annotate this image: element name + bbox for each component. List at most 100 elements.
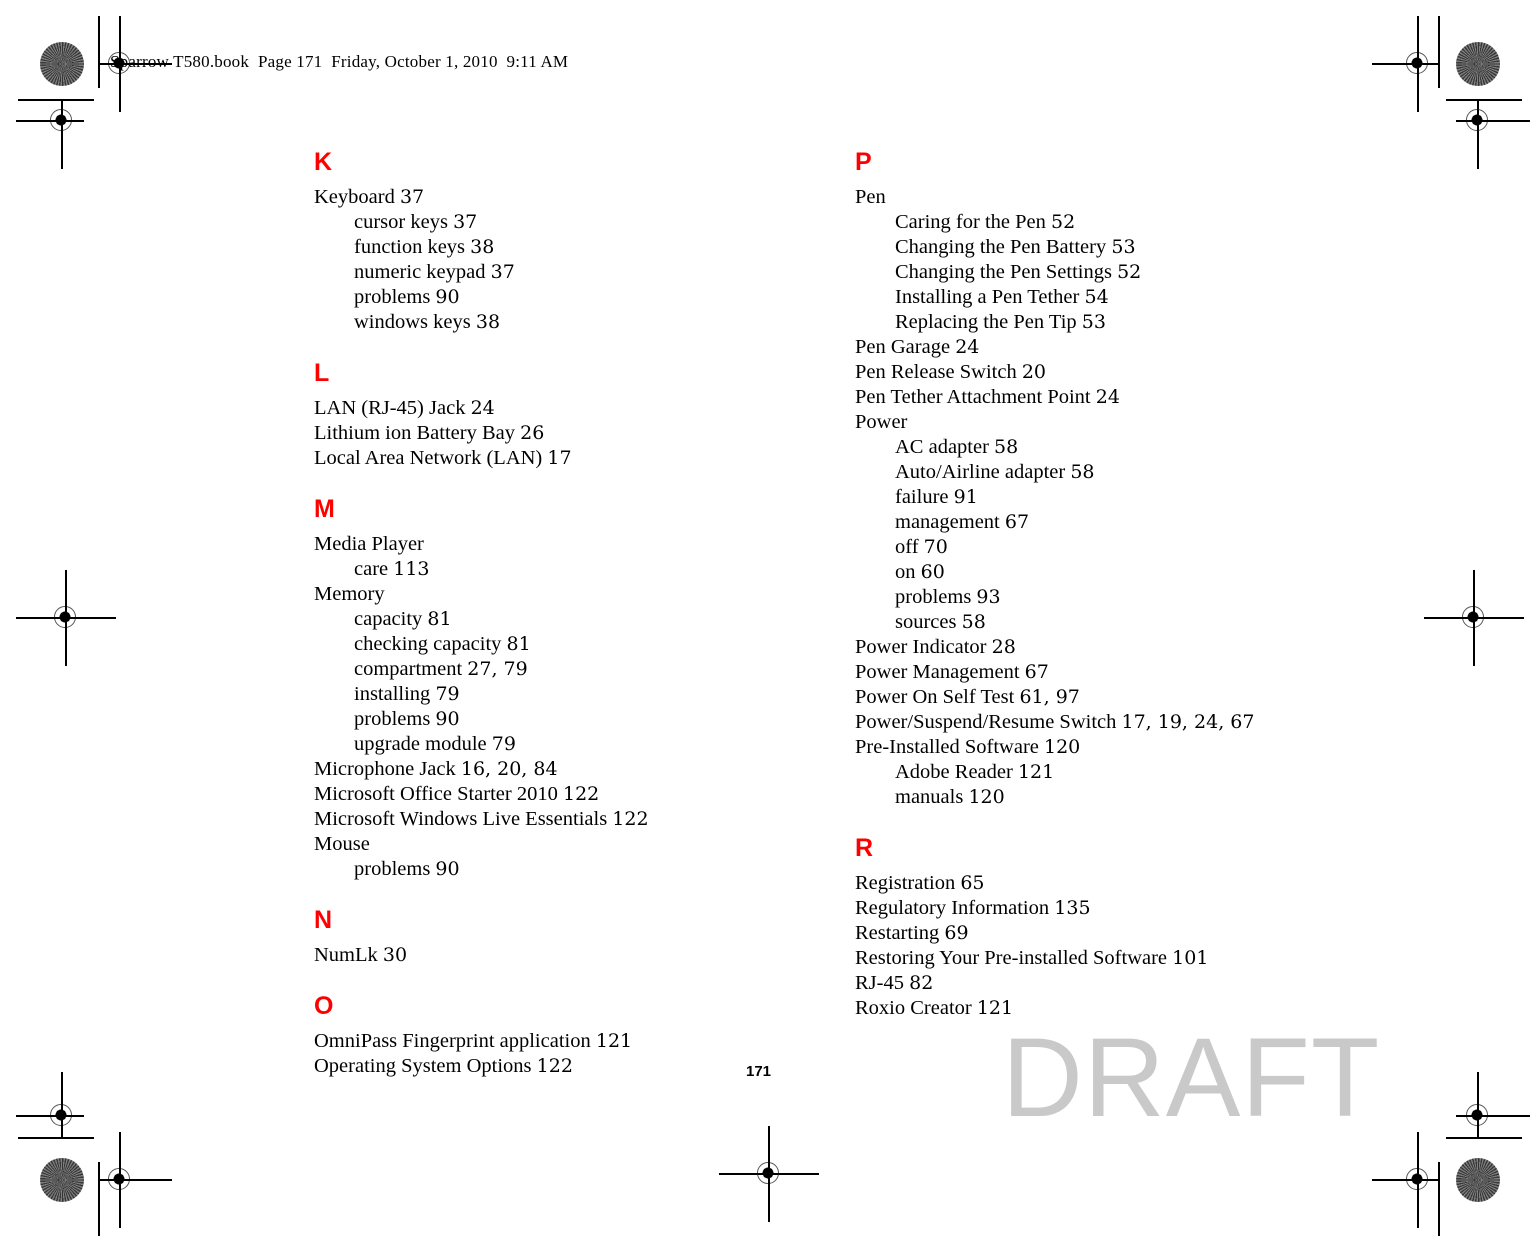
index-subentry[interactable]: management 67 bbox=[855, 510, 1415, 535]
index-entry[interactable]: Microsoft Office Starter 2010 122 bbox=[314, 782, 874, 807]
index-entry-pages[interactable]: 37 bbox=[491, 261, 515, 283]
index-entry-pages[interactable]: 67 bbox=[1005, 511, 1029, 533]
index-entry[interactable]: Microsoft Windows Live Essentials 122 bbox=[314, 807, 874, 832]
index-entry-pages[interactable]: 101 bbox=[1172, 947, 1208, 969]
index-subentry[interactable]: Changing the Pen Settings 52 bbox=[855, 260, 1415, 285]
index-entry[interactable]: Memory bbox=[314, 582, 874, 607]
index-entry[interactable]: Media Player bbox=[314, 532, 874, 557]
index-entry-pages[interactable]: 79 bbox=[492, 733, 516, 755]
index-entry[interactable]: LAN (RJ-45) Jack 24 bbox=[314, 396, 874, 421]
index-subentry[interactable]: windows keys 38 bbox=[314, 310, 874, 335]
index-entry-pages[interactable]: 113 bbox=[393, 558, 429, 580]
index-subentry[interactable]: checking capacity 81 bbox=[314, 632, 874, 657]
index-entry[interactable]: Pre-Installed Software 120 bbox=[855, 735, 1415, 760]
index-subentry[interactable]: Caring for the Pen 52 bbox=[855, 210, 1415, 235]
index-entry-pages[interactable]: 58 bbox=[1070, 461, 1094, 483]
index-entry-pages[interactable]: 93 bbox=[976, 586, 1000, 608]
index-entry-pages[interactable]: 20 bbox=[1022, 361, 1046, 383]
index-entry-pages[interactable]: 120 bbox=[1044, 736, 1080, 758]
index-entry-pages[interactable]: 90 bbox=[435, 286, 459, 308]
index-entry[interactable]: Pen Tether Attachment Point 24 bbox=[855, 385, 1415, 410]
index-entry-pages[interactable]: 52 bbox=[1117, 261, 1141, 283]
index-entry[interactable]: Pen Release Switch 20 bbox=[855, 360, 1415, 385]
index-entry-pages[interactable]: 38 bbox=[470, 236, 494, 258]
index-entry[interactable]: Power On Self Test 61, 97 bbox=[855, 685, 1415, 710]
index-entry-pages[interactable]: 52 bbox=[1051, 211, 1075, 233]
index-entry[interactable]: Power Indicator 28 bbox=[855, 635, 1415, 660]
index-entry-pages[interactable]: 122 bbox=[612, 808, 648, 830]
index-entry-pages[interactable]: 90 bbox=[435, 858, 459, 880]
index-entry-pages[interactable]: 82 bbox=[909, 972, 933, 994]
index-subentry[interactable]: Changing the Pen Battery 53 bbox=[855, 235, 1415, 260]
index-entry[interactable]: Power Management 67 bbox=[855, 660, 1415, 685]
index-entry-pages[interactable]: 120 bbox=[968, 786, 1004, 808]
index-entry-pages[interactable]: 122 bbox=[537, 1055, 573, 1077]
index-entry-pages[interactable]: 37 bbox=[453, 211, 477, 233]
index-entry-pages[interactable]: 24 bbox=[1096, 386, 1120, 408]
index-entry-pages[interactable]: 60 bbox=[921, 561, 945, 583]
index-entry-pages[interactable]: 81 bbox=[507, 633, 531, 655]
index-entry-pages[interactable]: 65 bbox=[960, 872, 984, 894]
index-entry-pages[interactable]: 16, 20, 84 bbox=[461, 758, 558, 780]
index-entry-pages[interactable]: 79 bbox=[435, 683, 459, 705]
index-subentry[interactable]: off 70 bbox=[855, 535, 1415, 560]
index-subentry[interactable]: Replacing the Pen Tip 53 bbox=[855, 310, 1415, 335]
index-entry-pages[interactable]: 135 bbox=[1054, 897, 1090, 919]
index-entry-pages[interactable]: 26 bbox=[520, 422, 544, 444]
index-subentry[interactable]: Adobe Reader 121 bbox=[855, 760, 1415, 785]
index-entry[interactable]: Power/Suspend/Resume Switch 17, 19, 24, … bbox=[855, 710, 1415, 735]
index-entry[interactable]: Restoring Your Pre-installed Software 10… bbox=[855, 946, 1415, 971]
index-entry-pages[interactable]: 121 bbox=[1018, 761, 1054, 783]
index-entry-pages[interactable]: 38 bbox=[476, 311, 500, 333]
index-entry-pages[interactable]: 53 bbox=[1082, 311, 1106, 333]
index-entry-pages[interactable]: 30 bbox=[383, 944, 407, 966]
index-entry[interactable]: Registration 65 bbox=[855, 871, 1415, 896]
index-subentry[interactable]: care 113 bbox=[314, 557, 874, 582]
index-subentry[interactable]: problems 90 bbox=[314, 285, 874, 310]
index-entry[interactable]: Lithium ion Battery Bay 26 bbox=[314, 421, 874, 446]
index-entry[interactable]: Power bbox=[855, 410, 1415, 435]
index-entry-pages[interactable]: 67 bbox=[1025, 661, 1049, 683]
index-entry[interactable]: Regulatory Information 135 bbox=[855, 896, 1415, 921]
index-subentry[interactable]: numeric keypad 37 bbox=[314, 260, 874, 285]
index-entry-pages[interactable]: 91 bbox=[954, 486, 978, 508]
index-subentry[interactable]: function keys 38 bbox=[314, 235, 874, 260]
index-entry-pages[interactable]: 81 bbox=[427, 608, 451, 630]
index-subentry[interactable]: on 60 bbox=[855, 560, 1415, 585]
index-subentry[interactable]: Installing a Pen Tether 54 bbox=[855, 285, 1415, 310]
index-entry-pages[interactable]: 69 bbox=[944, 922, 968, 944]
index-entry[interactable]: Pen bbox=[855, 185, 1415, 210]
index-entry[interactable]: NumLk 30 bbox=[314, 943, 874, 968]
index-entry-pages[interactable]: 27, 79 bbox=[467, 658, 527, 680]
index-entry-pages[interactable]: 58 bbox=[962, 611, 986, 633]
index-entry-pages[interactable]: 53 bbox=[1111, 236, 1135, 258]
index-entry-pages[interactable]: 28 bbox=[992, 636, 1016, 658]
index-subentry[interactable]: failure 91 bbox=[855, 485, 1415, 510]
index-entry[interactable]: Restarting 69 bbox=[855, 921, 1415, 946]
index-subentry[interactable]: sources 58 bbox=[855, 610, 1415, 635]
index-subentry[interactable]: upgrade module 79 bbox=[314, 732, 874, 757]
index-subentry[interactable]: cursor keys 37 bbox=[314, 210, 874, 235]
index-entry-pages[interactable]: 24 bbox=[955, 336, 979, 358]
index-subentry[interactable]: AC adapter 58 bbox=[855, 435, 1415, 460]
index-entry-pages[interactable]: 121 bbox=[596, 1030, 632, 1052]
index-subentry[interactable]: compartment 27, 79 bbox=[314, 657, 874, 682]
index-entry-pages[interactable]: 37 bbox=[400, 186, 424, 208]
index-entry[interactable]: Operating System Options 122 bbox=[314, 1054, 874, 1079]
index-entry-pages[interactable]: 17, 19, 24, 67 bbox=[1122, 711, 1255, 733]
index-entry[interactable]: Local Area Network (LAN) 17 bbox=[314, 446, 874, 471]
index-entry[interactable]: Mouse bbox=[314, 832, 874, 857]
index-entry-pages[interactable]: 122 bbox=[563, 783, 599, 805]
index-entry-pages[interactable]: 54 bbox=[1084, 286, 1108, 308]
index-entry-pages[interactable]: 17 bbox=[547, 447, 571, 469]
index-entry-pages[interactable]: 24 bbox=[471, 397, 495, 419]
index-entry[interactable]: OmniPass Fingerprint application 121 bbox=[314, 1029, 874, 1054]
index-entry-pages[interactable]: 90 bbox=[435, 708, 459, 730]
index-entry-pages[interactable]: 61, 97 bbox=[1019, 686, 1079, 708]
index-subentry[interactable]: problems 90 bbox=[314, 857, 874, 882]
index-subentry[interactable]: problems 90 bbox=[314, 707, 874, 732]
index-entry[interactable]: Microphone Jack 16, 20, 84 bbox=[314, 757, 874, 782]
index-subentry[interactable]: installing 79 bbox=[314, 682, 874, 707]
index-subentry[interactable]: Auto/Airline adapter 58 bbox=[855, 460, 1415, 485]
index-subentry[interactable]: manuals 120 bbox=[855, 785, 1415, 810]
